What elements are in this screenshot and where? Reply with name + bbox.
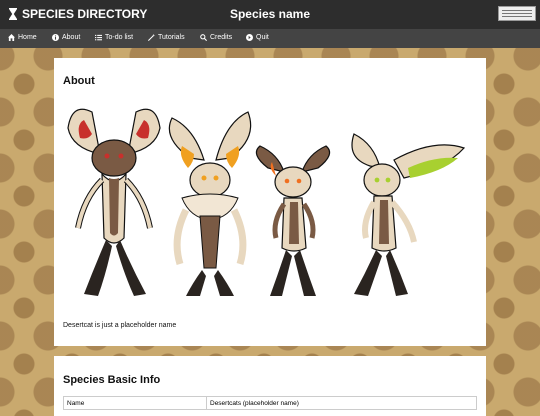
species-artwork	[67, 108, 466, 296]
app-title: SPECIES DIRECTORY	[22, 7, 148, 21]
character-green-ears	[351, 133, 466, 296]
nav-label: Tutorials	[158, 34, 185, 41]
nav-label: Credits	[210, 34, 233, 41]
nav-label: Home	[18, 34, 37, 41]
basic-info-table: Name Desertcats (placeholder name)	[63, 396, 477, 410]
nav-label: Quit	[256, 34, 269, 41]
basic-info-heading: Species Basic Info	[63, 374, 161, 386]
top-bar: SPECIES DIRECTORY Species name	[0, 0, 540, 29]
table-row: Name Desertcats (placeholder name)	[63, 396, 477, 410]
nav-credits[interactable]: Credits	[200, 34, 232, 41]
site-logo[interactable]: SPECIES DIRECTORY	[8, 7, 147, 21]
row-label: Name	[63, 396, 207, 410]
nav-quit[interactable]: Quit	[246, 34, 269, 41]
character-small	[255, 145, 331, 296]
nav-label: To-do list	[105, 34, 134, 41]
about-heading: About	[63, 75, 95, 87]
nav-about[interactable]: About	[52, 34, 80, 41]
home-icon	[8, 34, 15, 41]
exit-icon	[246, 34, 253, 41]
character-orange-ears	[168, 111, 252, 296]
header-image	[498, 6, 536, 21]
nav-bar: Home About To-do list Tutorials Credits …	[0, 29, 540, 48]
nav-home[interactable]: Home	[8, 34, 37, 41]
row-value: Desertcats (placeholder name)	[206, 396, 477, 410]
character-red-ears	[67, 108, 161, 296]
nav-label: About	[62, 34, 81, 41]
nav-todo[interactable]: To-do list	[95, 34, 133, 41]
info-icon	[52, 34, 59, 41]
hourglass-icon	[9, 8, 17, 20]
nav-tutorials[interactable]: Tutorials	[148, 34, 185, 41]
wand-icon	[148, 34, 155, 41]
search-icon	[200, 34, 207, 41]
about-caption: Desertcat is just a placeholder name	[63, 322, 177, 329]
list-icon	[95, 34, 102, 41]
about-panel: About Desertcat is just a placeholder na…	[54, 58, 486, 346]
basic-info-panel: Species Basic Info Name Desertcats (plac…	[54, 356, 486, 416]
